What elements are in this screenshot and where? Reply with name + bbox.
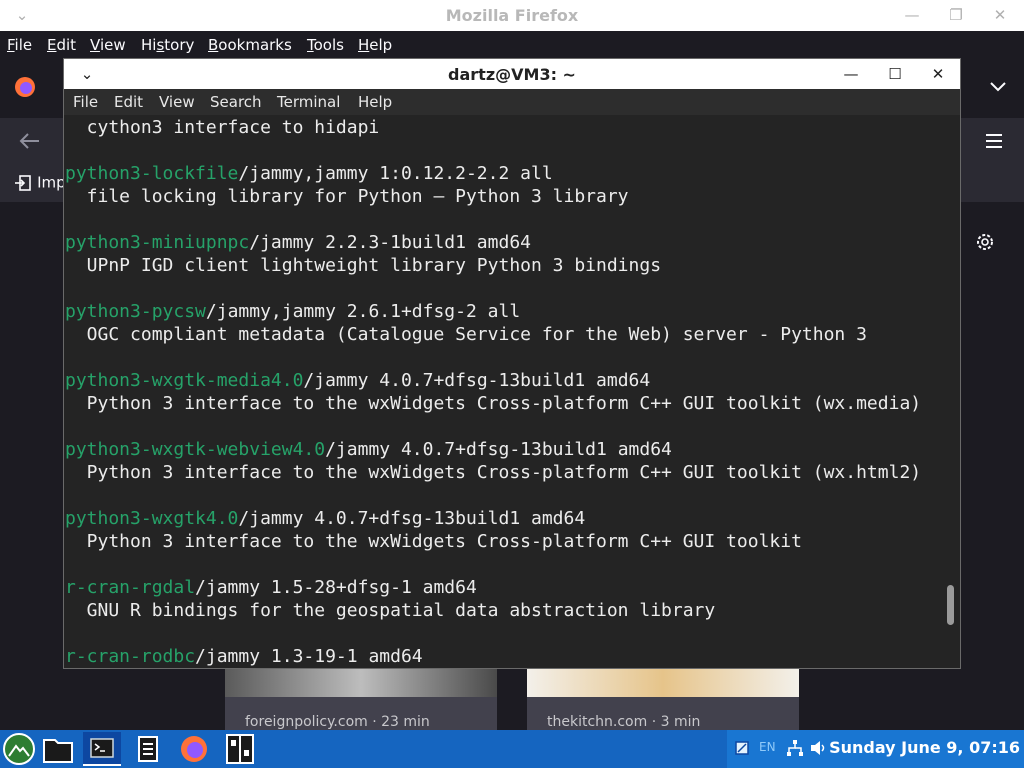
gear-icon[interactable] <box>974 231 996 253</box>
menu-help[interactable]: Help <box>358 36 392 54</box>
package-version: /jammy 2.2.3-1build1 amd64 <box>249 232 531 253</box>
package-name: r-cran-rgdal <box>65 577 196 598</box>
import-bookmarks-button[interactable]: Imp <box>14 172 66 192</box>
menu-view[interactable]: View <box>90 36 126 54</box>
package-version: /jammy,jammy 2.6.1+dfsg-2 all <box>205 301 521 322</box>
terminal-line: Python 3 interface to the wxWidgets Cros… <box>65 461 921 484</box>
clock[interactable]: Sunday June 9, 07:16 <box>829 738 1020 757</box>
pocket-story-card[interactable]: foreignpolicy.com · 23 min <box>225 668 497 730</box>
package-version: /jammy 1.5-28+dfsg-1 amd64 <box>195 577 477 598</box>
pocket-story-card[interactable]: thekitchn.com · 3 min <box>527 668 799 730</box>
terminal-window-title: dartz@VM3: ~ <box>448 65 576 84</box>
desktop: ⌄ Mozilla Firefox — ❐ ✕ File Edit View H… <box>0 0 1024 768</box>
import-label: Imp <box>37 173 66 192</box>
back-arrow-icon[interactable] <box>19 132 41 150</box>
firefox-menubar: File Edit View History Bookmarks Tools H… <box>0 31 1024 58</box>
package-name: python3-wxgtk4.0 <box>65 508 239 529</box>
taskbar-terminal-button[interactable] <box>83 732 121 766</box>
terminal-menu-search[interactable]: Search <box>210 93 262 111</box>
story-source: thekitchn.com · 3 min <box>547 714 701 730</box>
import-icon <box>15 174 31 191</box>
terminal-menu-view[interactable]: View <box>159 93 195 111</box>
start-menu-icon[interactable] <box>2 732 36 766</box>
package-description: Python 3 interface to the wxWidgets Cros… <box>65 531 802 552</box>
keyboard-layout-indicator[interactable]: EN <box>759 740 776 754</box>
taskbar: EN Sunday June 9, 07:16 <box>0 730 1024 768</box>
package-name: python3-miniupnpc <box>65 232 250 253</box>
package-version: /jammy 4.0.7+dfsg-13build1 amd64 <box>303 370 651 391</box>
terminal-menu-file[interactable]: File <box>73 93 98 111</box>
terminal-output[interactable]: cython3 interface to hidapi python3-lockf… <box>64 115 944 668</box>
terminal-line: r-cran-rgdal/jammy 1.5-28+dfsg-1 amd64 <box>65 576 477 599</box>
package-name: python3-lockfile <box>65 163 239 184</box>
package-version: /jammy 4.0.7+dfsg-13build1 amd64 <box>325 439 672 460</box>
terminal-line: python3-wxgtk-media4.0/jammy 4.0.7+dfsg-… <box>65 369 650 392</box>
package-version: /jammy 1.3-19-1 amd64 <box>195 646 423 667</box>
package-version: /jammy 4.0.7+dfsg-13build1 amd64 <box>238 508 586 529</box>
terminal-line: python3-wxgtk-webview4.0/jammy 4.0.7+dfs… <box>65 438 672 461</box>
app-menu-icon[interactable] <box>985 133 1003 149</box>
terminal-menu-terminal[interactable]: Terminal <box>277 93 340 111</box>
story-thumbnail <box>225 668 497 697</box>
package-version: /jammy,jammy 1:0.12.2-2.2 all <box>238 163 553 184</box>
terminal-line: python3-pycsw/jammy,jammy 2.6.1+dfsg-2 a… <box>65 300 520 323</box>
package-description: Python 3 interface to the wxWidgets Cros… <box>65 393 922 414</box>
menu-bookmarks[interactable]: Bookmarks <box>208 36 292 54</box>
menu-edit[interactable]: Edit <box>47 36 76 54</box>
terminal-line: python3-miniupnpc/jammy 2.2.3-1build1 am… <box>65 231 531 254</box>
file-manager-icon[interactable] <box>41 732 75 766</box>
package-name: python3-wxgtk-media4.0 <box>65 370 304 391</box>
firefox-titlebar[interactable]: ⌄ Mozilla Firefox — ❐ ✕ <box>0 0 1024 31</box>
terminal-titlebar[interactable]: ⌄ dartz@VM3: ~ — ☐ ✕ <box>64 59 960 89</box>
system-monitor-icon[interactable] <box>223 732 257 766</box>
network-icon[interactable] <box>786 739 804 757</box>
terminal-line: UPnP IGD client lightweight library Pyth… <box>65 254 661 277</box>
story-source: foreignpolicy.com · 23 min <box>245 714 430 730</box>
terminal-line: Python 3 interface to the wxWidgets Cros… <box>65 530 802 553</box>
text-editor-icon[interactable] <box>131 732 165 766</box>
package-description: cython3 interface to hidapi <box>65 117 380 138</box>
package-description: Python 3 interface to the wxWidgets Cros… <box>65 462 922 483</box>
terminal-line: cython3 interface to hidapi <box>65 116 380 139</box>
firefox-window-title: Mozilla Firefox <box>445 6 579 25</box>
close-icon[interactable]: ✕ <box>925 63 951 85</box>
clipboard-icon[interactable] <box>734 740 750 756</box>
list-all-tabs-icon[interactable] <box>988 80 1008 94</box>
terminal-window[interactable]: ⌄ dartz@VM3: ~ — ☐ ✕ File Edit View Sear… <box>63 58 961 669</box>
close-icon[interactable]: ✕ <box>988 4 1012 26</box>
menu-history[interactable]: History <box>141 36 194 54</box>
terminal-line: python3-wxgtk4.0/jammy 4.0.7+dfsg-13buil… <box>65 507 585 530</box>
maximize-icon[interactable]: ☐ <box>882 63 908 85</box>
package-name: python3-pycsw <box>65 301 206 322</box>
minimize-icon[interactable]: — <box>838 63 864 85</box>
terminal-menu-help[interactable]: Help <box>358 93 392 111</box>
package-name: r-cran-rodbc <box>65 646 196 667</box>
scrollbar-thumb[interactable] <box>947 585 954 625</box>
firefox-logo-icon[interactable] <box>14 76 36 98</box>
terminal-line: GNU R bindings for the geospatial data a… <box>65 599 716 622</box>
firefox-icon[interactable] <box>177 732 211 766</box>
terminal-menubar: File Edit View Search Terminal Help <box>64 89 960 115</box>
package-description: GNU R bindings for the geospatial data a… <box>65 600 716 621</box>
package-description: UPnP IGD client lightweight library Pyth… <box>65 255 662 276</box>
menu-file[interactable]: File <box>7 36 32 54</box>
terminal-line: Python 3 interface to the wxWidgets Cros… <box>65 392 921 415</box>
terminal-line: OGC compliant metadata (Catalogue Servic… <box>65 323 867 346</box>
menu-tools[interactable]: Tools <box>307 36 344 54</box>
terminal-menu-edit[interactable]: Edit <box>114 93 143 111</box>
volume-icon[interactable] <box>810 740 828 756</box>
terminal-line: r-cran-rodbc/jammy 1.3-19-1 amd64 <box>65 645 423 668</box>
package-name: python3-wxgtk-webview4.0 <box>65 439 326 460</box>
terminal-line: python3-lockfile/jammy,jammy 1:0.12.2-2.… <box>65 162 553 185</box>
package-description: file locking library for Python — Python… <box>65 186 629 207</box>
minimize-icon[interactable]: — <box>900 4 924 26</box>
terminal-line: file locking library for Python — Python… <box>65 185 629 208</box>
terminal-scrollbar[interactable] <box>944 115 958 668</box>
package-description: OGC compliant metadata (Catalogue Servic… <box>65 324 867 345</box>
restore-icon[interactable]: ❐ <box>944 4 968 26</box>
story-thumbnail <box>527 668 799 697</box>
terminal-icon <box>90 738 114 758</box>
